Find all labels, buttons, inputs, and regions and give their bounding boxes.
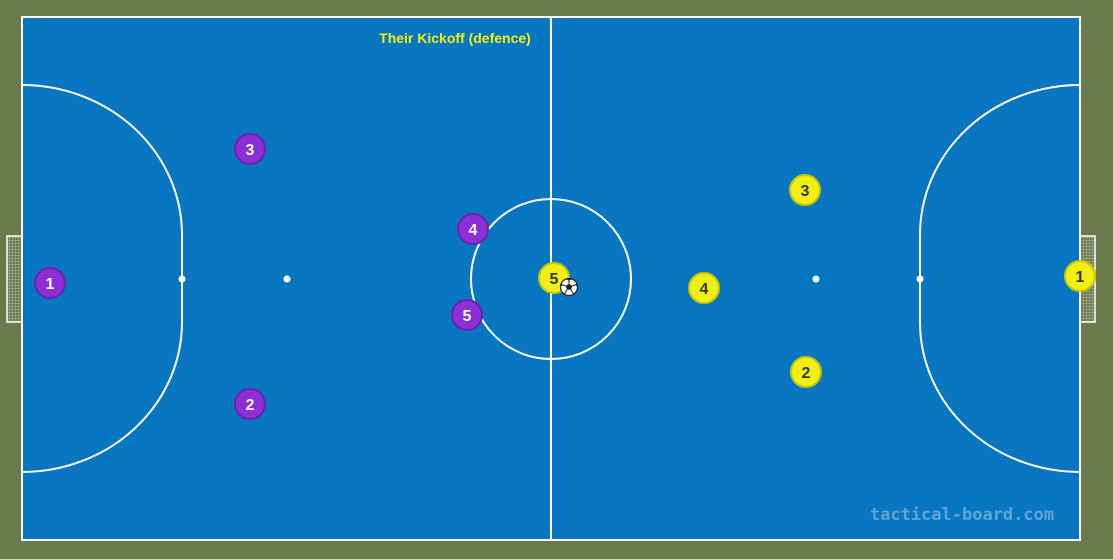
player-yellow-3[interactable]: 3: [789, 174, 821, 206]
right-second-penalty-spot: [812, 275, 820, 283]
player-number: 1: [46, 276, 55, 293]
player-purple-1[interactable]: 1: [34, 267, 66, 299]
player-number: 5: [550, 271, 559, 288]
left-goal: [6, 235, 23, 323]
player-purple-4[interactable]: 4: [457, 213, 489, 245]
player-purple-3[interactable]: 3: [234, 133, 266, 165]
player-number: 3: [246, 142, 255, 159]
player-number: 2: [246, 397, 255, 414]
player-number: 1: [1076, 269, 1085, 286]
tactical-board: Their Kickoff (defence) tactical-board.c…: [0, 0, 1113, 559]
left-penalty-spot: [178, 275, 186, 283]
right-penalty-spot: [916, 275, 924, 283]
player-purple-5[interactable]: 5: [451, 299, 483, 331]
player-number: 5: [463, 308, 472, 325]
player-number: 4: [700, 281, 709, 298]
player-purple-2[interactable]: 2: [234, 388, 266, 420]
player-yellow-1[interactable]: 1: [1064, 260, 1096, 292]
player-number: 2: [802, 365, 811, 382]
left-second-penalty-spot: [283, 275, 291, 283]
player-yellow-4[interactable]: 4: [688, 272, 720, 304]
player-number: 4: [469, 222, 478, 239]
player-number: 3: [801, 183, 810, 200]
soccer-ball-icon[interactable]: [559, 277, 579, 297]
player-yellow-2[interactable]: 2: [790, 356, 822, 388]
watermark-text: tactical-board.com: [870, 505, 1054, 525]
board-title: Their Kickoff (defence): [379, 30, 531, 46]
